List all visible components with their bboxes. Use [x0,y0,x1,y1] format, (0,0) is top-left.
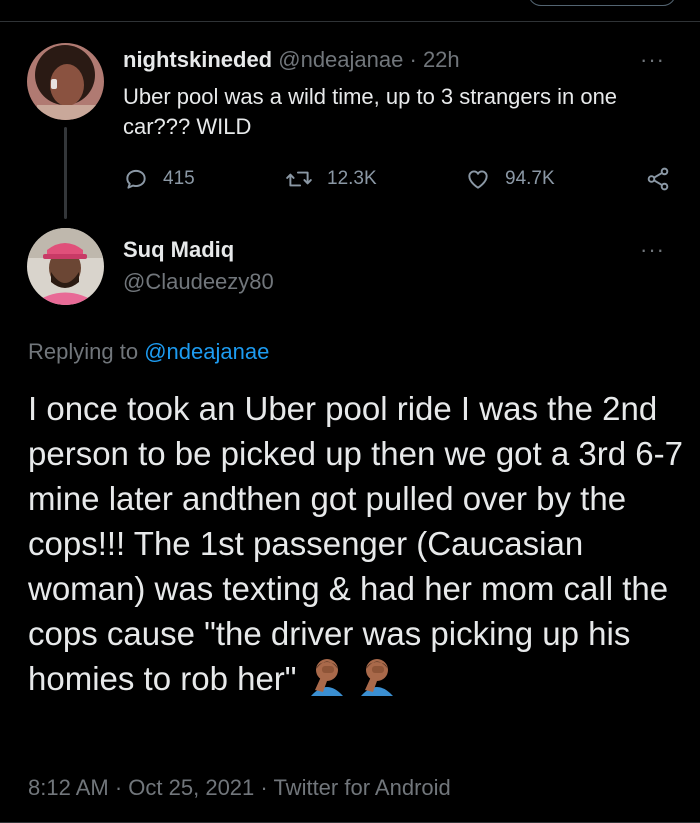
tweet-time[interactable]: 8:12 AM [28,775,109,800]
share-button[interactable] [645,162,671,196]
replying-prefix: Replying to [28,339,139,364]
tweet-text: I once took an Uber pool ride I was the … [28,386,688,701]
reply-button[interactable]: 415 [123,162,195,196]
like-button[interactable]: 94.7K [465,162,555,196]
thread-line [64,127,67,219]
handle[interactable]: @Claudeezy80 [123,268,274,296]
separator: · [409,47,417,72]
retweet-icon [286,171,312,187]
handle[interactable]: @ndeajanae [278,47,403,72]
parent-tweet-text: Uber pool was a wild time, up to 3 stran… [123,84,618,139]
reply-icon [126,169,146,189]
retweet-count: 12.3K [327,168,377,189]
tweet-source[interactable]: Twitter for Android [273,775,450,800]
timestamp[interactable]: 22h [423,47,460,72]
reply-count: 415 [163,168,195,189]
separator: · [114,775,123,800]
separator: · [260,775,268,800]
person-facepalming-emoji [357,656,397,696]
display-name[interactable]: Suq Madiq [123,236,234,264]
avatar[interactable] [27,228,104,305]
parent-tweet-header: nightskineded @ndeajanae · 22h [123,46,460,74]
retweet-button[interactable]: 12.3K [285,162,377,196]
more-icon[interactable]: ··· [640,49,665,71]
tweet-body: I once took an Uber pool ride I was the … [28,390,683,697]
avatar[interactable] [27,43,104,120]
follow-button[interactable] [528,0,676,6]
more-icon[interactable]: ··· [640,239,665,261]
person-facepalming-emoji [307,656,347,696]
replying-to: Replying to @ndeajanae [28,338,269,366]
heart-icon [468,170,488,189]
display-name[interactable]: nightskineded [123,47,272,72]
replying-to-link[interactable]: @ndeajanae [144,339,269,364]
tweet-meta: 8:12 AM · Oct 25, 2021 · Twitter for And… [28,774,451,802]
like-count: 94.7K [505,168,555,189]
top-divider [0,21,700,22]
share-icon [647,167,669,191]
tweet-date[interactable]: Oct 25, 2021 [128,775,254,800]
